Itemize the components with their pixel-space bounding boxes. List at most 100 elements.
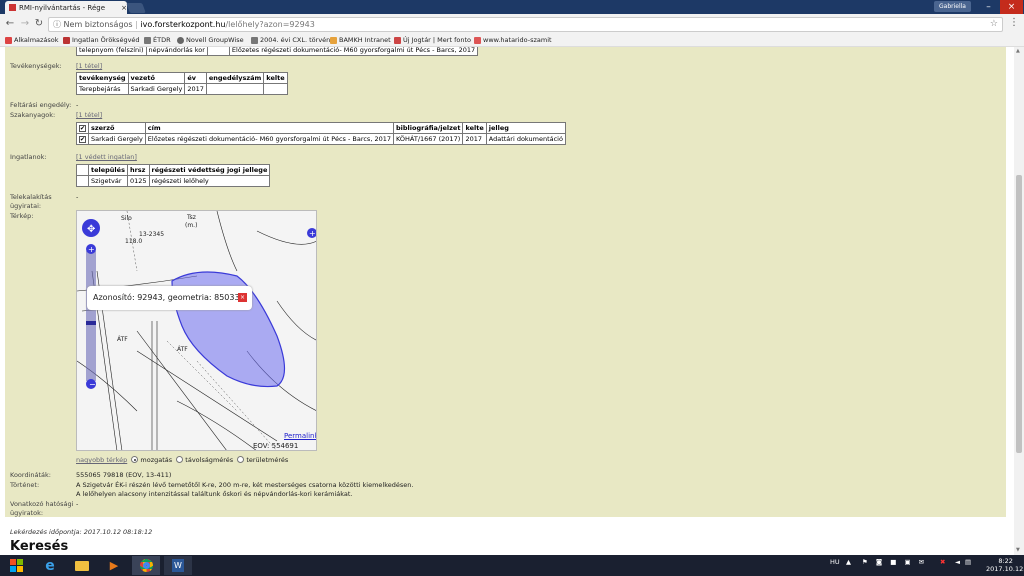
start-button[interactable] [3, 556, 31, 575]
bookmark-apps[interactable]: Alkalmazások [5, 35, 59, 46]
popup-text: Azonosító: 92943, geometria: 85033 [93, 293, 240, 302]
table-cell: Előzetes régészeti dokumentáció- M60 gyo… [144, 133, 395, 145]
back-icon[interactable]: ← [3, 17, 17, 31]
volume-icon[interactable]: ◄ [955, 558, 960, 566]
scrollbar-thumb[interactable] [1016, 175, 1022, 453]
map-label: Térkép: [10, 212, 34, 220]
zoom-out-symbol: − [89, 380, 96, 389]
column-header: hrsz [126, 164, 150, 176]
bookmark-item[interactable]: Új Jogtár | Mert fonto [394, 35, 471, 46]
close-window-icon[interactable]: × [1000, 0, 1023, 14]
bookmark-favicon-icon [474, 37, 481, 44]
coordinates-value: 555065 79818 (EOV, 13-411) [76, 471, 172, 479]
radio-label: távolságmérés [185, 456, 234, 464]
menu-icon[interactable]: ⋮ [1009, 17, 1019, 28]
table-cell: Sarkadi Gergely [127, 83, 186, 95]
word-taskbar-button[interactable]: W [164, 556, 192, 575]
column-header: cím [144, 122, 395, 134]
chrome-taskbar-button[interactable] [132, 556, 160, 575]
distance-mode-radio[interactable] [176, 456, 184, 463]
map-text: (m.) [185, 222, 197, 229]
tray-icons[interactable]: ⚑ ◙ ■ ▣ ✉ [862, 558, 932, 566]
scroll-up-icon[interactable]: ▲ [1016, 48, 1020, 54]
activities-link[interactable]: [1 tétel] [76, 62, 102, 70]
history-line-1: A Szigetvár ÉK-i részén lévő temetőtől K… [76, 481, 414, 489]
bookmark-label: 2004. évi CXL. törvén [260, 36, 331, 44]
column-header: jelleg [485, 122, 566, 134]
pan-mode-radio[interactable] [131, 456, 139, 463]
search-heading: Keresés [10, 539, 69, 554]
table-cell [263, 83, 288, 95]
url-path: /lelőhely?azon=92943 [225, 20, 315, 29]
scroll-down-icon[interactable]: ▼ [1016, 547, 1020, 553]
language-indicator[interactable]: HU [830, 558, 840, 566]
clock[interactable]: 8:22 2017.10.12. [986, 557, 1024, 573]
table-header-row: tevékenység vezető év engedélyszám kelte [76, 72, 288, 84]
browser-tab[interactable]: RMI-nyilvántartás - Rége × [5, 1, 127, 14]
map-text: 118.0 [125, 238, 142, 245]
bookmark-item[interactable]: www.hatarido-szamit [474, 35, 552, 46]
related-dossiers-value: - [76, 500, 79, 508]
bookmark-item[interactable]: Novell GroupWise [177, 35, 244, 46]
table-header-row: település hrsz régészeti védettség jogi … [76, 164, 271, 176]
column-header: régészeti védettség jogi jellege [148, 164, 271, 176]
table-cell: Sarkadi Gergely [88, 133, 146, 145]
popup-close-icon[interactable]: × [238, 293, 247, 302]
minimize-icon[interactable]: – [977, 0, 1000, 14]
table-cell: népvándorlás kor [145, 47, 208, 56]
column-header: kelte [263, 72, 288, 84]
forward-icon[interactable]: → [18, 17, 32, 31]
explorer-taskbar-button[interactable] [68, 556, 96, 575]
feature-popup: Azonosító: 92943, geometria: 85033 × [87, 286, 252, 310]
bookmark-item[interactable]: ÉTDR [144, 35, 171, 46]
bookmark-item[interactable]: BAMKH Intranet [330, 35, 391, 46]
tray-arrow-icon[interactable]: ▲ [846, 558, 851, 566]
page-scrollbar[interactable]: ▲ ▼ [1014, 47, 1024, 555]
period-table: telepnyom (felszíni) népvándorlás kor El… [76, 47, 479, 56]
windows-taskbar: e ▶ W HU ▲ ⚑ ◙ ■ ▣ ✉ ✖ ◄ ▤ 8:22 2017.10.… [0, 555, 1024, 576]
zoom-in-symbol: + [88, 245, 95, 254]
media-taskbar-button[interactable]: ▶ [100, 556, 128, 575]
site-map[interactable]: Silo Tsz (m.) 13-2345 118.0 ÁTF ÁTF ✥ + … [76, 210, 317, 451]
history-label: Történet: [10, 481, 40, 489]
properties-link[interactable]: [1 védett ingatlan] [76, 153, 137, 161]
folder-icon [75, 560, 89, 571]
word-icon: W [172, 559, 184, 572]
parcel-dossier-value: - [76, 193, 79, 201]
table-cell: 2017 [184, 83, 207, 95]
bookmark-star-icon[interactable]: ☆ [990, 18, 998, 31]
address-bar[interactable]: ⓘ Nem biztonságos | ivo.forsterkozpont.h… [48, 17, 1003, 32]
bookmark-label: Novell GroupWise [186, 36, 244, 44]
select-all-cell: ✔ [76, 122, 89, 134]
table-cell: Adattári dokumentáció [485, 133, 566, 145]
area-mode-radio[interactable] [237, 456, 245, 463]
bookmark-item[interactable]: 2004. évi CXL. törvén [251, 35, 330, 46]
materials-link[interactable]: [1 tétel] [76, 111, 102, 119]
bookmark-label: Új Jogtár | Mert fonto [403, 36, 471, 44]
info-icon[interactable]: ⓘ [53, 20, 64, 29]
new-tab-button[interactable] [126, 3, 146, 13]
clock-date: 2017.10.12. [986, 565, 1024, 573]
row-checkbox[interactable]: ✔ [79, 136, 86, 143]
bookmark-item[interactable]: Ingatlan Örökségvéd [63, 35, 140, 46]
column-header: szerző [88, 122, 146, 134]
larger-map-link[interactable]: nagyobb térkép [76, 456, 127, 464]
bookmark-label: www.hatarido-szamit [483, 36, 552, 44]
table-cell: Szigetvár [88, 175, 128, 187]
alert-tray-icon[interactable]: ✖ [940, 558, 945, 566]
ie-taskbar-button[interactable]: e [36, 556, 64, 575]
zoom-thumb[interactable] [86, 321, 96, 325]
map-canvas[interactable]: Silo Tsz (m.) 13-2345 118.0 ÁTF ÁTF ✥ + … [77, 211, 317, 451]
zoom-slider[interactable] [86, 251, 96, 381]
windows-logo-icon [10, 558, 23, 572]
select-all-checkbox[interactable]: ✔ [79, 125, 86, 132]
tab-title: RMI-nyilvántartás - Rége [19, 3, 106, 12]
clock-time: 8:22 [998, 557, 1013, 565]
profile-button[interactable]: Gabriella [934, 1, 971, 12]
media-player-icon: ▶ [109, 559, 119, 572]
network-icon[interactable]: ▤ [965, 558, 971, 566]
properties-table: település hrsz régészeti védettség jogi … [76, 164, 271, 187]
bookmark-favicon-icon [177, 37, 184, 44]
reload-icon[interactable]: ↻ [32, 17, 46, 31]
permalink-link[interactable]: Permalink [284, 432, 316, 440]
